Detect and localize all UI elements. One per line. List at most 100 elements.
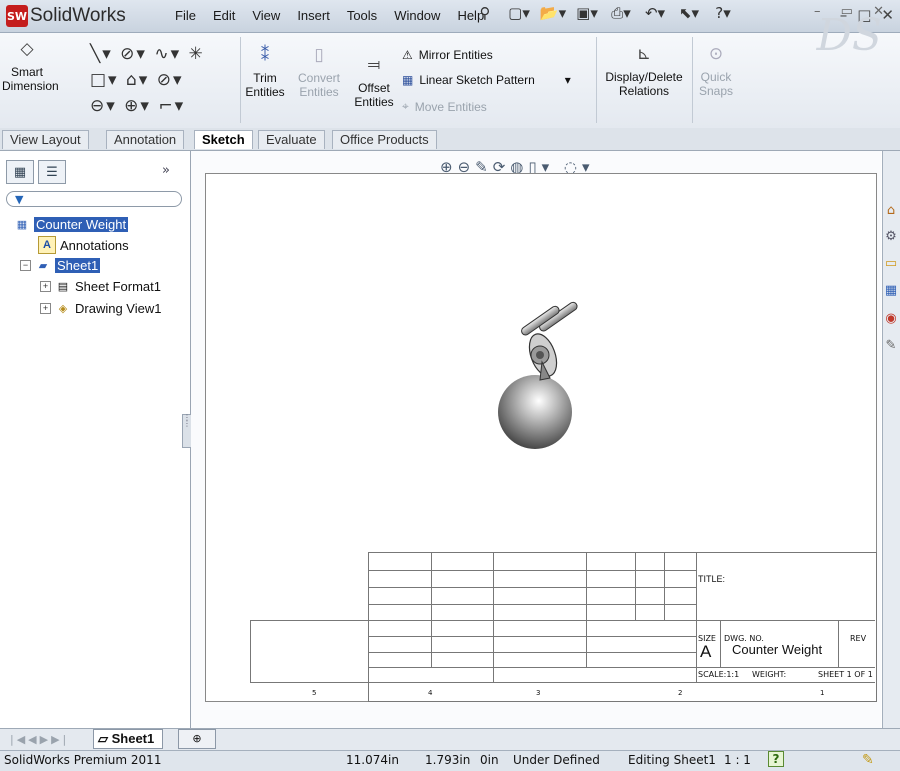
status-editing: Editing Sheet1 — [628, 753, 716, 767]
expand-panel-icon[interactable]: » — [162, 163, 170, 178]
help-icon[interactable]: ? — [768, 751, 784, 767]
tree-annotations[interactable]: A Annotations — [38, 236, 129, 254]
line-tools[interactable]: ╲▾ ⊘▾ ∿▾ ✳ — [90, 44, 205, 64]
home-icon[interactable]: ⌂ — [884, 203, 898, 223]
convert-entities-label: Convert Entities — [297, 71, 341, 99]
offset-entities-label: Offset Entities — [354, 81, 394, 109]
menu-view[interactable]: View — [252, 8, 280, 23]
menu-file[interactable]: File — [175, 8, 196, 23]
tree-filter-input[interactable]: ▼ — [6, 191, 182, 207]
sheet-navigation-buttons[interactable]: |◀◀▶▶| — [10, 733, 69, 746]
add-sheet-icon[interactable]: ⊕ — [178, 729, 216, 749]
grid-line — [368, 570, 696, 571]
tree-root-counter-weight[interactable]: ▦ Counter Weight — [14, 216, 129, 232]
tab-evaluate[interactable]: Evaluate — [258, 130, 325, 149]
sheet-format-icon: ▤ — [57, 280, 69, 293]
convert-entities-button[interactable]: ▯ Convert Entities — [294, 46, 344, 99]
select-arrow-icon[interactable]: ⬉▾ — [674, 4, 704, 22]
tree-annotations-label: Annotations — [60, 237, 129, 253]
zone-label: 2 — [678, 689, 683, 697]
help-question-icon[interactable]: ?▾ — [708, 4, 738, 22]
sheet-tab-icon: ▱ — [98, 731, 112, 746]
size-value: A — [700, 642, 712, 661]
grid-line — [838, 620, 839, 667]
expand-icon[interactable]: + — [40, 302, 51, 314]
grid-line — [368, 620, 875, 621]
tree-sheet1[interactable]: − ▰ Sheet1 — [20, 257, 101, 273]
quick-snaps-label: Quick Snaps — [698, 70, 734, 98]
file-explorer-icon[interactable]: ▭ — [884, 256, 898, 276]
grid-line — [368, 636, 696, 637]
menu-insert[interactable]: Insert — [297, 8, 330, 23]
mirror-entities-button[interactable]: ⚠ Mirror Entities — [402, 48, 493, 62]
trim-icon: ⁑ — [260, 45, 270, 64]
collapse-icon[interactable]: − — [20, 259, 31, 271]
tree-root-label: Counter Weight — [34, 216, 129, 232]
menu-edit[interactable]: Edit — [213, 8, 235, 23]
tree-drawing-view1[interactable]: + ◈ Drawing View1 — [40, 300, 161, 316]
menu-tools[interactable]: Tools — [347, 8, 377, 23]
panel-tabs: ▦ ☰ — [6, 160, 66, 184]
sheet-of-label: SHEET 1 OF 1 — [818, 670, 873, 679]
drawing-icon: ▦ — [16, 218, 28, 231]
zone-label: 3 — [536, 689, 541, 697]
grid-line — [368, 587, 696, 588]
quick-access-toolbar: ⚲ ▢▾ 📂▾ ▣▾ ⎙▾ ↶▾ ⬉▾ ?▾ — [470, 4, 738, 22]
quick-snaps-button[interactable]: ⊙ Quick Snaps — [696, 44, 736, 98]
tab-annotation[interactable]: Annotation — [106, 130, 185, 149]
offset-entities-button[interactable]: ⫤ Offset Entities — [350, 56, 398, 109]
mirror-icon: ⚠ — [402, 48, 413, 62]
title-label: TITLE: — [698, 574, 726, 584]
display-delete-relations-button[interactable]: ⊾ Display/Delete Relations — [600, 45, 688, 98]
solidworks-logo[interactable]: SW SolidWorks — [6, 4, 126, 28]
slot-tools[interactable]: ⊖▾ ⊕▾ ⌐▾ — [90, 96, 185, 116]
move-icon: ⌖ — [402, 99, 409, 113]
tab-view-layout[interactable]: View Layout — [2, 130, 89, 149]
new-document-icon[interactable]: ▢▾ — [504, 4, 534, 22]
smart-dimension-button[interactable]: ◇ Smart Dimension — [2, 40, 59, 93]
grid-line — [250, 620, 368, 621]
rectangle-tools[interactable]: □▾ ⌂▾ ⊘▾ — [90, 70, 184, 90]
design-library-icon[interactable]: ⚙ — [884, 229, 898, 249]
menu-window[interactable]: Window — [394, 8, 440, 23]
print-icon[interactable]: ⎙▾ — [606, 4, 636, 22]
status-z: 0in — [480, 753, 499, 767]
tree-sheet1-label: Sheet1 — [55, 257, 101, 273]
grid-line — [250, 682, 368, 683]
quick-snaps-icon: ⊙ — [708, 44, 724, 63]
rev-label: REV — [850, 634, 867, 643]
open-folder-icon[interactable]: 📂▾ — [538, 4, 568, 22]
status-scale[interactable]: 1 : 1 — [724, 753, 751, 767]
smart-dimension-label: Smart Dimension — [2, 65, 59, 93]
trim-entities-button[interactable]: ⁑ Trim Entities — [244, 45, 286, 99]
expand-icon[interactable]: + — [40, 280, 51, 292]
custom-properties-icon[interactable]: ✎ — [884, 338, 898, 358]
weight-label: WEIGHT: — [752, 670, 787, 679]
view-palette-icon[interactable]: ▦ — [884, 283, 898, 303]
tree-sheet-format1[interactable]: + ▤ Sheet Format1 — [40, 278, 161, 294]
pushpin-icon[interactable]: ⚲ — [470, 4, 500, 22]
menu-bar: File Edit View Insert Tools Window Help — [175, 8, 484, 23]
tab-sketch[interactable]: Sketch — [194, 130, 253, 149]
tree-drawing-view1-label: Drawing View1 — [75, 300, 162, 316]
paperclip-icon[interactable]: ✎ — [862, 752, 874, 768]
chevron-down-icon[interactable]: ▾ — [565, 73, 571, 87]
dwg-no-value: Counter Weight — [732, 642, 823, 657]
linear-sketch-pattern-button[interactable]: ▦ Linear Sketch Pattern ▾ — [402, 73, 571, 87]
tree-sheet-format1-label: Sheet Format1 — [75, 278, 161, 294]
tab-office-products[interactable]: Office Products — [332, 130, 437, 149]
title-block — [368, 552, 877, 702]
document-window-controls[interactable]: – ▭ ✕ — [814, 4, 892, 19]
sheet-tab-sheet1[interactable]: ▱ Sheet1 — [93, 729, 164, 749]
move-entities-label: Move Entities — [414, 99, 487, 114]
linear-pattern-icon: ▦ — [402, 73, 414, 87]
move-entities-button[interactable]: ⌖ Move Entities — [402, 99, 487, 114]
undo-icon[interactable]: ↶▾ — [640, 4, 670, 22]
property-manager-tab-icon[interactable]: ☰ — [38, 160, 66, 184]
grid-line — [635, 552, 636, 620]
feature-manager-tab-icon[interactable]: ▦ — [6, 160, 34, 184]
grid-line — [493, 552, 494, 682]
save-icon[interactable]: ▣▾ — [572, 4, 602, 22]
appearances-icon[interactable]: ◉ — [884, 311, 898, 331]
counter-weight-model[interactable] — [480, 300, 590, 450]
